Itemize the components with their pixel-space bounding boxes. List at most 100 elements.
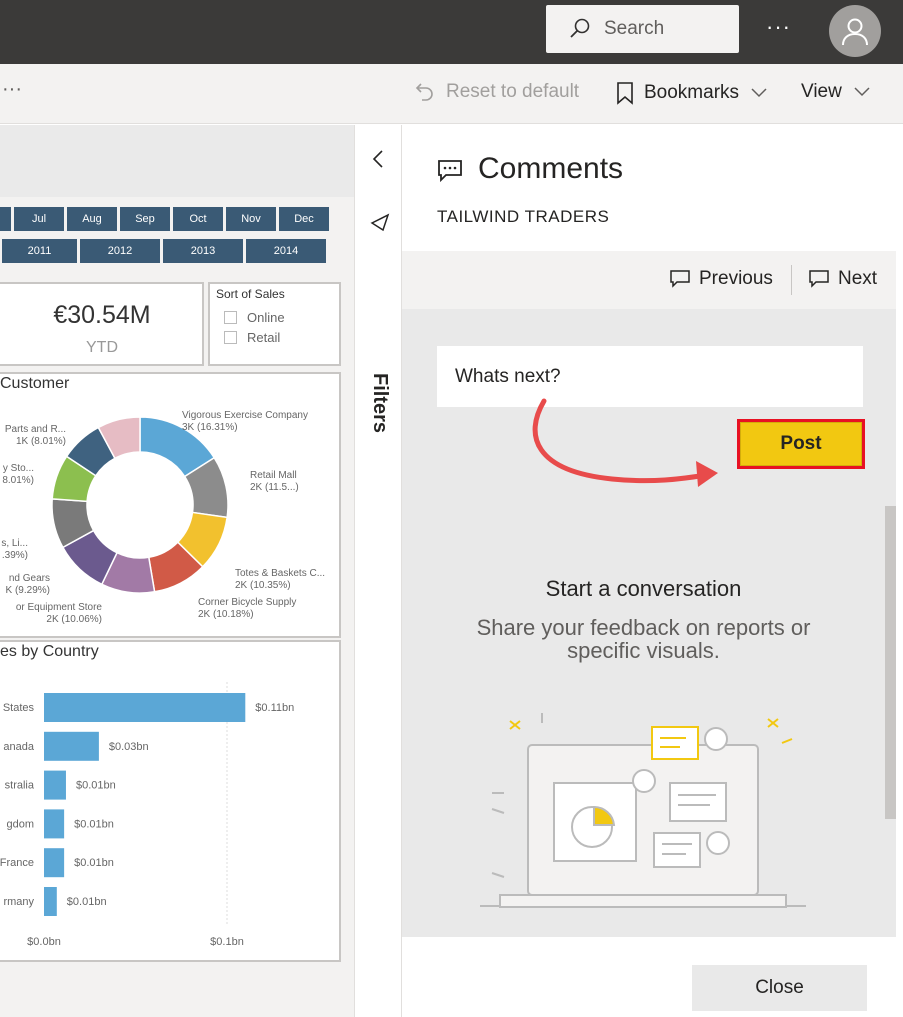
- bookmarks-menu[interactable]: Bookmarks: [616, 81, 767, 105]
- bar[interactable]: [44, 693, 246, 722]
- nav-divider: [791, 265, 792, 295]
- post-button-highlight: Post: [737, 419, 865, 469]
- donut-value-label: 2K (10.35%): [235, 580, 291, 591]
- bar[interactable]: [44, 848, 65, 878]
- slicer-year[interactable]: 2013: [163, 239, 243, 263]
- pane-title: Comments: [478, 152, 624, 185]
- slicer-month[interactable]: Dec: [279, 207, 329, 231]
- slicer-month-partial[interactable]: [0, 207, 11, 231]
- chevron-down-icon: [751, 88, 767, 98]
- slicer-month[interactable]: Jul: [14, 207, 64, 231]
- value-label: $0.01bn: [67, 896, 107, 908]
- sales-by-country-chart[interactable]: es by Country States $0.11bn anada $0.03bn s…: [0, 640, 341, 962]
- comment-icon: [438, 160, 462, 183]
- category-label: States: [3, 702, 35, 714]
- slicer-month[interactable]: Sep: [120, 207, 170, 231]
- view-label: View: [801, 81, 842, 102]
- previous-button[interactable]: Previous: [669, 268, 773, 290]
- donut-label: nd Gears: [9, 573, 50, 584]
- reset-to-default-button[interactable]: Reset to default: [414, 81, 579, 103]
- value-label: $0.01bn: [76, 780, 116, 792]
- month-slicer: Jul Aug Sep Oct Nov Dec: [0, 207, 329, 231]
- bookmarks-label: Bookmarks: [644, 82, 740, 103]
- more-options-icon[interactable]: ···: [766, 14, 791, 40]
- slicer-year[interactable]: 2011: [2, 239, 77, 263]
- comments-pane: Comments TAILWIND TRADERS Previous Next …: [402, 125, 903, 1017]
- bar[interactable]: [44, 887, 57, 916]
- comment-next-icon: [809, 270, 829, 288]
- donut-value-label: .39%): [2, 550, 28, 561]
- next-label: Next: [838, 268, 878, 289]
- arrow-annotation-icon: [532, 398, 718, 487]
- donut-value-label: 8.01%): [2, 475, 34, 486]
- checkbox[interactable]: [224, 311, 237, 324]
- top-bar: Search ···: [0, 0, 903, 64]
- bar[interactable]: [44, 770, 66, 800]
- sort-option-label: Retail: [247, 330, 281, 345]
- bar[interactable]: [44, 809, 65, 839]
- kpi-label: YTD: [86, 339, 118, 356]
- comment-previous-icon: [670, 270, 690, 288]
- donut-value-label: 2K (11.5...): [250, 482, 299, 493]
- sort-of-sales-slicer: Sort of Sales Online Retail: [208, 282, 341, 366]
- kpi-card[interactable]: €30.54M YTD: [0, 282, 204, 366]
- empty-state-title: Start a conversation: [545, 576, 742, 601]
- bookmark-icon: [617, 82, 633, 105]
- donut-value-label: 1K (8.01%): [16, 436, 66, 447]
- pane-footer: Close: [402, 937, 896, 1017]
- customer-donut-chart[interactable]: Customer Vigorous Exercise Company 3K (16…: [0, 372, 341, 638]
- conversation-illustration-icon: [480, 713, 806, 908]
- empty-state-text: Share your feedback on reports or specif…: [476, 615, 811, 663]
- donut-label: s, Li...: [1, 538, 28, 549]
- category-label: France: [0, 857, 34, 869]
- avatar[interactable]: [829, 5, 881, 57]
- year-slicer: 2011 2012 2013 2014: [2, 239, 326, 263]
- slicer-month[interactable]: Nov: [226, 207, 276, 231]
- slicer-year[interactable]: 2014: [246, 239, 326, 263]
- donut-label: Retail Mall: [250, 470, 297, 481]
- filters-pane-collapsed[interactable]: Filters: [354, 125, 402, 1017]
- close-button[interactable]: Close: [692, 965, 867, 1011]
- value-label: $0.11bn: [255, 702, 294, 714]
- slicer-year[interactable]: 2012: [80, 239, 160, 263]
- filters-label[interactable]: Filters: [368, 373, 391, 433]
- slicer-month[interactable]: Oct: [173, 207, 223, 231]
- report-page: Jul Aug Sep Oct Nov Dec 2011 2012 2013 2…: [0, 197, 354, 1017]
- next-button[interactable]: Next: [808, 268, 877, 290]
- chevron-left-icon[interactable]: [371, 149, 385, 169]
- category-label: gdom: [6, 818, 34, 830]
- value-label: $0.03bn: [109, 741, 149, 753]
- checkbox[interactable]: [224, 331, 237, 344]
- search-icon: [570, 18, 590, 38]
- category-label: stralia: [5, 780, 35, 792]
- value-label: $0.01bn: [74, 857, 114, 869]
- sort-title: Sort of Sales: [216, 287, 285, 301]
- kpi-value: €30.54M: [53, 301, 151, 329]
- donut-label: Vigorous Exercise Company: [182, 410, 308, 421]
- action-bar: ··· Reset to default Bookmarks View: [0, 64, 903, 124]
- donut-label: Totes & Baskets C...: [235, 568, 325, 579]
- slicer-month[interactable]: Aug: [67, 207, 117, 231]
- donut-label: Parts and R...: [5, 424, 66, 435]
- user-icon: [842, 18, 868, 46]
- sort-option-label: Online: [247, 310, 285, 325]
- scrollbar[interactable]: [885, 506, 896, 819]
- bar[interactable]: [44, 731, 99, 761]
- reset-label: Reset to default: [446, 81, 580, 102]
- donut-label: or Equipment Store: [16, 602, 103, 613]
- post-button[interactable]: Post: [740, 422, 862, 466]
- donut-value-label: K (9.29%): [6, 585, 50, 596]
- donut-value-label: 3K (16.31%): [182, 422, 238, 433]
- undo-icon: [415, 83, 433, 101]
- more-actions-icon[interactable]: ···: [2, 78, 22, 101]
- donut-value-label: 2K (10.06%): [46, 614, 102, 625]
- sort-option-retail[interactable]: Retail: [224, 330, 280, 345]
- pane-subtitle: TAILWIND TRADERS: [437, 207, 610, 226]
- filter-icon: [370, 213, 390, 232]
- search-box[interactable]: Search: [546, 5, 739, 53]
- donut-value-label: 2K (10.18%): [198, 609, 254, 620]
- comments-body: Whats next? Post Start a conversation Sh…: [402, 309, 896, 937]
- view-menu[interactable]: View: [801, 81, 870, 103]
- sort-option-online[interactable]: Online: [224, 310, 285, 325]
- category-label: rmany: [3, 896, 34, 908]
